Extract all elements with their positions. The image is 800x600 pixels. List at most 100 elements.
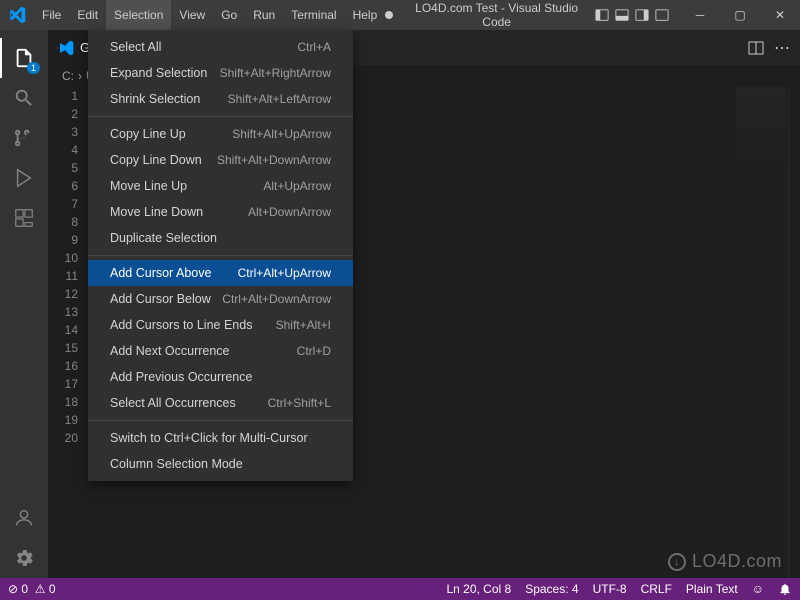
line-number: 17: [48, 375, 78, 393]
menu-item-shortcut: Ctrl+A: [297, 38, 331, 56]
eol-status[interactable]: CRLF: [641, 582, 672, 596]
line-number: 10: [48, 249, 78, 267]
menu-item-shortcut: Ctrl+Shift+L: [268, 394, 331, 412]
menu-item[interactable]: Copy Line Up Shift+Alt+UpArrow: [88, 121, 353, 147]
vscode-logo-icon: [0, 6, 34, 24]
line-number: 7: [48, 195, 78, 213]
menu-terminal[interactable]: Terminal: [283, 0, 344, 30]
menu-item-shortcut: Shift+Alt+I: [276, 316, 331, 334]
settings-gear-icon[interactable]: [0, 538, 48, 578]
menu-item[interactable]: Add Next OccurrenceCtrl+D: [88, 338, 353, 364]
maximize-button[interactable]: ▢: [720, 0, 760, 30]
menu-item-label: Move Line Up: [110, 177, 187, 195]
toggle-panel-icon[interactable]: [614, 7, 630, 23]
line-number: 6: [48, 177, 78, 195]
extensions-icon[interactable]: [0, 198, 48, 238]
menu-item[interactable]: Add Cursor AboveCtrl+Alt+UpArrow: [88, 260, 353, 286]
menu-item[interactable]: Add Cursor Below Ctrl+Alt+DownArrow: [88, 286, 353, 312]
split-editor-icon[interactable]: [748, 40, 764, 56]
menu-item[interactable]: Move Line UpAlt+UpArrow: [88, 173, 353, 199]
line-number: 11: [48, 267, 78, 285]
menu-item[interactable]: Switch to Ctrl+Click for Multi-Cursor: [88, 425, 353, 451]
menu-go[interactable]: Go: [213, 0, 245, 30]
menu-file[interactable]: File: [34, 0, 69, 30]
line-number: 5: [48, 159, 78, 177]
customize-layout-icon[interactable]: [654, 7, 670, 23]
menu-item[interactable]: Duplicate Selection: [88, 225, 353, 251]
source-control-icon[interactable]: [0, 118, 48, 158]
minimize-button[interactable]: ─: [680, 0, 720, 30]
cursor-position[interactable]: Ln 20, Col 8: [446, 582, 511, 596]
status-bar: ⊘ 0 ⚠ 0 Ln 20, Col 8 Spaces: 4 UTF-8 CRL…: [0, 578, 800, 600]
menu-item[interactable]: Select AllCtrl+A: [88, 34, 353, 60]
line-number: 19: [48, 411, 78, 429]
indentation-status[interactable]: Spaces: 4: [525, 582, 578, 596]
menu-item[interactable]: Expand Selection Shift+Alt+RightArrow: [88, 60, 353, 86]
line-number: 3: [48, 123, 78, 141]
watermark-icon: ↓: [668, 553, 686, 571]
title-text: LO4D.com Test - Visual Studio Code: [399, 1, 594, 29]
menu-item-label: Expand Selection: [110, 64, 207, 82]
line-number: 1: [48, 87, 78, 105]
menu-item-shortcut: Shift+Alt+UpArrow: [232, 125, 331, 143]
more-actions-icon[interactable]: ⋯: [774, 38, 790, 58]
menu-item[interactable]: Move Line DownAlt+DownArrow: [88, 199, 353, 225]
toggle-primary-sidebar-icon[interactable]: [594, 7, 610, 23]
feedback-icon[interactable]: ☺: [752, 582, 764, 596]
menu-item[interactable]: Column Selection Mode: [88, 451, 353, 477]
menu-item-shortcut: Shift+Alt+RightArrow: [220, 64, 331, 82]
line-number: 16: [48, 357, 78, 375]
chevron-right-icon: ›: [78, 69, 82, 83]
menu-item[interactable]: Copy Line Down Shift+Alt+DownArrow: [88, 147, 353, 173]
menu-separator: [88, 116, 353, 117]
menu-item-shortcut: Ctrl+Alt+DownArrow: [222, 290, 331, 308]
encoding-status[interactable]: UTF-8: [593, 582, 627, 596]
minimap[interactable]: [736, 87, 786, 177]
menu-item-label: Add Previous Occurrence: [110, 368, 252, 386]
menu-selection[interactable]: Selection: [106, 0, 171, 30]
language-mode[interactable]: Plain Text: [686, 582, 738, 596]
menu-item-label: Select All Occurrences: [110, 394, 236, 412]
editor-scrollbar[interactable]: [788, 87, 800, 578]
menu-item-label: Switch to Ctrl+Click for Multi-Cursor: [110, 429, 308, 447]
menu-view[interactable]: View: [171, 0, 213, 30]
menubar: FileEditSelectionViewGoRunTerminalHelp: [34, 0, 385, 30]
line-number-gutter: 1234567891011121314151617181920: [48, 87, 88, 578]
line-number: 20: [48, 429, 78, 447]
menu-item-label: Add Cursors to Line Ends: [110, 316, 252, 334]
close-button[interactable]: ✕: [760, 0, 800, 30]
menu-edit[interactable]: Edit: [69, 0, 106, 30]
menu-item-label: Add Cursor Above: [110, 264, 211, 282]
menu-item-label: Copy Line Down: [110, 151, 202, 169]
notifications-icon[interactable]: [778, 582, 792, 596]
menu-item[interactable]: Add Previous Occurrence: [88, 364, 353, 390]
dirty-indicator-icon: [385, 11, 393, 19]
line-number: 8: [48, 213, 78, 231]
title-bar: FileEditSelectionViewGoRunTerminalHelp L…: [0, 0, 800, 30]
menu-separator: [88, 420, 353, 421]
menu-item-shortcut: Shift+Alt+DownArrow: [217, 151, 331, 169]
menu-run[interactable]: Run: [245, 0, 283, 30]
run-debug-icon[interactable]: [0, 158, 48, 198]
toggle-secondary-sidebar-icon[interactable]: [634, 7, 650, 23]
menu-separator: [88, 255, 353, 256]
accounts-icon[interactable]: [0, 498, 48, 538]
watermark: ↓ LO4D.com: [668, 551, 782, 572]
window-title: LO4D.com Test - Visual Studio Code: [385, 1, 594, 29]
menu-item-label: Move Line Down: [110, 203, 203, 221]
menu-item[interactable]: Shrink SelectionShift+Alt+LeftArrow: [88, 86, 353, 112]
menu-item-label: Column Selection Mode: [110, 455, 243, 473]
menu-item[interactable]: Add Cursors to Line Ends Shift+Alt+I: [88, 312, 353, 338]
warning-icon: ⚠: [35, 582, 46, 596]
line-number: 9: [48, 231, 78, 249]
breadcrumb-segment[interactable]: C:: [62, 69, 74, 83]
explorer-icon[interactable]: 1: [0, 38, 48, 78]
activity-bar: 1: [0, 30, 48, 578]
problems-status[interactable]: ⊘ 0 ⚠ 0: [8, 582, 56, 596]
menu-item-label: Copy Line Up: [110, 125, 186, 143]
search-icon[interactable]: [0, 78, 48, 118]
menu-item[interactable]: Select All Occurrences Ctrl+Shift+L: [88, 390, 353, 416]
menu-help[interactable]: Help: [345, 0, 386, 30]
line-number: 14: [48, 321, 78, 339]
menu-item-label: Add Cursor Below: [110, 290, 211, 308]
